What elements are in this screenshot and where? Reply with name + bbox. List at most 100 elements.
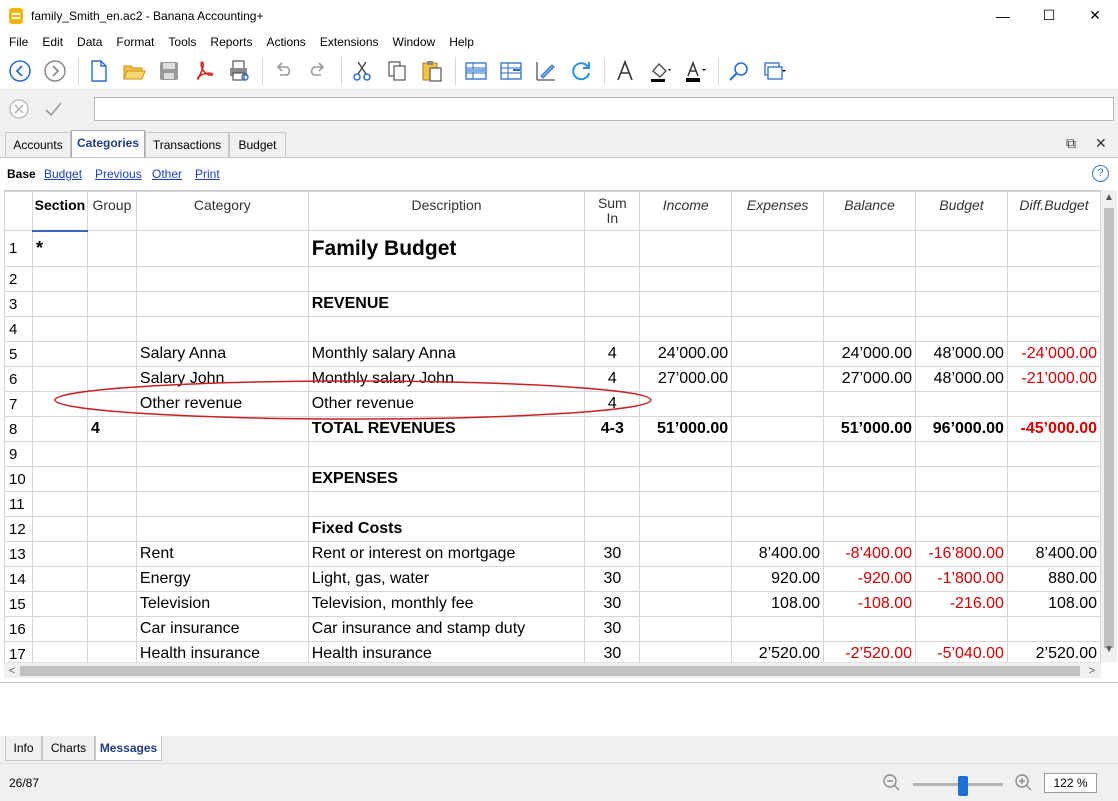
group-cell[interactable] — [86, 516, 137, 542]
forward-icon[interactable] — [39, 55, 71, 87]
income-cell[interactable] — [639, 616, 733, 642]
diff-budget-cell[interactable]: 8’400.00 — [1006, 541, 1101, 567]
sumin-cell[interactable] — [584, 516, 641, 542]
group-cell[interactable] — [86, 291, 137, 317]
income-cell[interactable] — [639, 641, 733, 662]
menu-edit[interactable]: Edit — [35, 31, 70, 53]
close-button[interactable]: ✕ — [1072, 0, 1118, 31]
income-cell[interactable]: 24’000.00 — [639, 341, 733, 367]
sumin-cell[interactable]: 4 — [584, 366, 641, 392]
sumin-cell[interactable] — [584, 491, 641, 517]
column-header-balance[interactable]: Balance — [823, 191, 916, 231]
tab-budget[interactable]: Budget — [229, 132, 286, 157]
balance-cell[interactable] — [823, 266, 916, 292]
edit-icon[interactable] — [530, 55, 562, 87]
column-header-budget[interactable]: Budget — [915, 191, 1008, 231]
sumin-cell[interactable] — [584, 291, 641, 317]
menu-file[interactable]: File — [0, 31, 35, 53]
expenses-cell[interactable]: 2’520.00 — [731, 641, 825, 662]
row-number[interactable]: 11 — [4, 491, 33, 517]
balance-cell[interactable]: -108.00 — [823, 591, 916, 617]
scroll-up-icon[interactable]: ▲ — [1101, 192, 1117, 208]
balance-cell[interactable] — [823, 516, 916, 542]
expenses-cell[interactable] — [731, 466, 825, 492]
zoom-in-icon[interactable] — [1013, 772, 1033, 792]
sumin-cell[interactable]: 30 — [584, 641, 641, 662]
income-cell[interactable] — [639, 566, 733, 592]
vertical-scrollbar[interactable]: ▲ ▼ — [1101, 190, 1117, 662]
section-cell[interactable] — [31, 641, 88, 662]
tab-messages[interactable]: Messages — [95, 736, 162, 761]
description-cell[interactable]: TOTAL REVENUES — [307, 416, 586, 442]
redo-icon[interactable] — [302, 55, 334, 87]
sumin-cell[interactable]: 30 — [584, 591, 641, 617]
balance-cell[interactable]: 51’000.00 — [823, 416, 916, 442]
balance-cell[interactable] — [823, 491, 916, 517]
description-cell[interactable]: Family Budget — [307, 230, 586, 267]
row-number[interactable]: 5 — [4, 341, 33, 367]
sumin-cell[interactable] — [584, 466, 641, 492]
group-cell[interactable] — [86, 566, 137, 592]
budget-cell[interactable]: 48’000.00 — [915, 366, 1008, 392]
section-cell[interactable] — [31, 316, 88, 342]
description-cell[interactable]: REVENUE — [307, 291, 586, 317]
expenses-cell[interactable] — [731, 230, 825, 267]
expenses-cell[interactable] — [731, 616, 825, 642]
expenses-cell[interactable] — [731, 416, 825, 442]
sumin-cell[interactable]: 4 — [584, 341, 641, 367]
diff-budget-cell[interactable] — [1006, 230, 1101, 267]
tab-accounts[interactable]: Accounts — [5, 132, 71, 157]
budget-cell[interactable]: 96’000.00 — [915, 416, 1008, 442]
column-header-category[interactable]: Category — [135, 191, 309, 231]
view-print[interactable]: Print — [195, 167, 220, 181]
zoom-out-icon[interactable] — [881, 772, 901, 792]
print-preview-icon[interactable] — [223, 55, 255, 87]
balance-cell[interactable] — [823, 616, 916, 642]
pdf-icon[interactable] — [188, 55, 220, 87]
menu-actions[interactable]: Actions — [259, 31, 312, 53]
sumin-cell[interactable]: 30 — [584, 566, 641, 592]
income-cell[interactable] — [639, 266, 733, 292]
category-cell[interactable] — [135, 516, 309, 542]
description-cell[interactable] — [307, 441, 586, 467]
income-cell[interactable] — [639, 291, 733, 317]
diff-budget-cell[interactable]: -21’000.00 — [1006, 366, 1101, 392]
expenses-cell[interactable] — [731, 516, 825, 542]
menu-tools[interactable]: Tools — [161, 31, 203, 53]
category-cell[interactable]: Rent — [135, 541, 309, 567]
category-cell[interactable]: Health insurance — [135, 641, 309, 662]
expenses-cell[interactable] — [731, 491, 825, 517]
expenses-cell[interactable]: 8’400.00 — [731, 541, 825, 567]
expenses-cell[interactable]: 920.00 — [731, 566, 825, 592]
diff-budget-cell[interactable]: -45’000.00 — [1006, 416, 1101, 442]
budget-cell[interactable] — [915, 491, 1008, 517]
insert-rows-icon[interactable] — [495, 55, 527, 87]
section-cell[interactable] — [31, 491, 88, 517]
sumin-cell[interactable]: 30 — [584, 541, 641, 567]
row-number[interactable]: 7 — [4, 391, 33, 417]
description-cell[interactable]: EXPENSES — [307, 466, 586, 492]
diff-budget-cell[interactable]: -24’000.00 — [1006, 341, 1101, 367]
vertical-scroll-thumb[interactable] — [1104, 208, 1114, 648]
category-cell[interactable] — [135, 416, 309, 442]
budget-cell[interactable]: 48’000.00 — [915, 341, 1008, 367]
diff-budget-cell[interactable] — [1006, 466, 1101, 492]
help-icon[interactable]: ? — [1092, 165, 1109, 182]
text-color-icon[interactable] — [679, 55, 711, 87]
row-number[interactable]: 17 — [4, 641, 33, 662]
cut-icon[interactable] — [346, 55, 378, 87]
budget-cell[interactable] — [915, 316, 1008, 342]
section-cell[interactable] — [31, 341, 88, 367]
budget-cell[interactable] — [915, 516, 1008, 542]
description-cell[interactable]: Monthly salary John — [307, 366, 586, 392]
budget-cell[interactable] — [915, 441, 1008, 467]
tab-info[interactable]: Info — [5, 736, 42, 761]
sumin-cell[interactable] — [584, 266, 641, 292]
budget-cell[interactable] — [915, 230, 1008, 267]
income-cell[interactable] — [639, 516, 733, 542]
minimize-button[interactable]: — — [980, 0, 1026, 31]
income-cell[interactable] — [639, 541, 733, 567]
group-cell[interactable] — [86, 230, 137, 267]
balance-cell[interactable] — [823, 441, 916, 467]
horizontal-scrollbar[interactable]: < > — [4, 662, 1101, 678]
